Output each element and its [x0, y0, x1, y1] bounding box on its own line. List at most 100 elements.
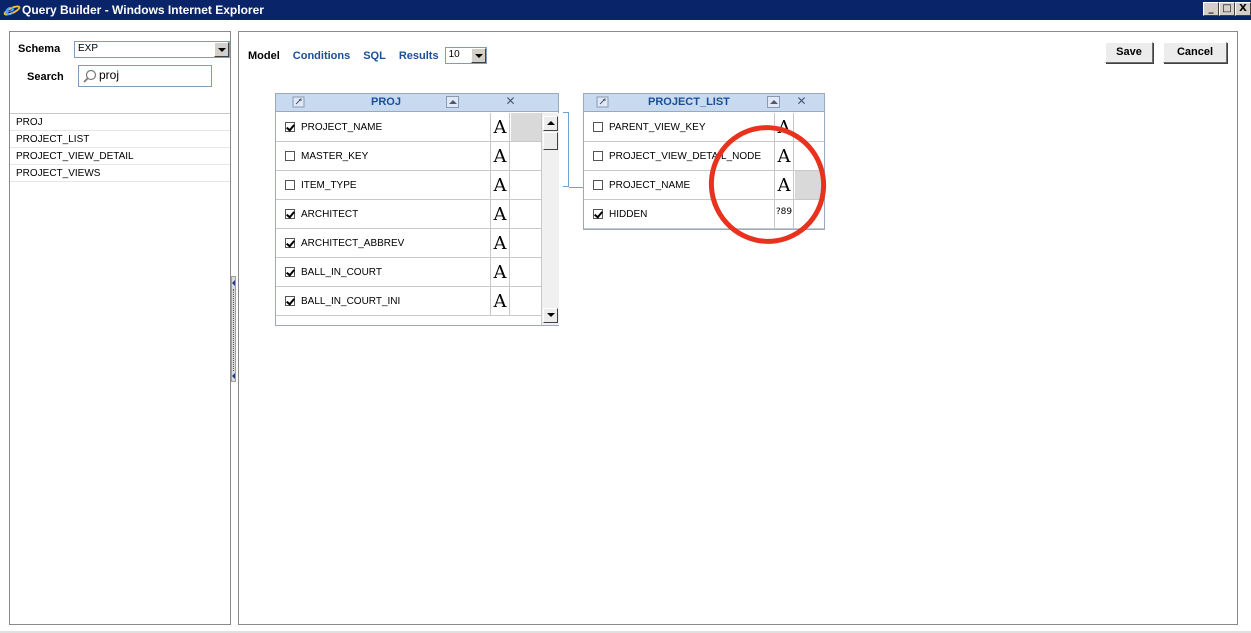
scroll-down-icon[interactable]: [543, 308, 558, 323]
column-name: ARCHITECT: [301, 209, 359, 220]
table-list-item[interactable]: PROJECT_VIEWS: [10, 165, 230, 182]
column-checkbox[interactable]: [593, 151, 603, 161]
column-extra-cell[interactable]: [511, 258, 541, 286]
chevron-down-icon[interactable]: [214, 42, 229, 57]
column-checkbox[interactable]: [285, 151, 295, 161]
search-icon: [83, 69, 97, 83]
column-checkbox[interactable]: [285, 180, 295, 190]
text-type-icon: A: [774, 142, 794, 170]
text-type-icon: A: [490, 113, 510, 141]
column-extra-cell[interactable]: [795, 142, 823, 170]
column-extra-cell[interactable]: [511, 229, 541, 257]
schema-label: Schema: [18, 43, 61, 55]
schema-value: EXP: [78, 43, 99, 54]
column-checkbox[interactable]: [285, 209, 295, 219]
tab-sql[interactable]: SQL: [363, 50, 386, 62]
project-list-table-title: PROJECT_LIST: [648, 96, 730, 108]
results-count-select[interactable]: 10: [444, 47, 487, 64]
schema-select[interactable]: EXP: [74, 41, 230, 58]
table-row[interactable]: ARCHITECT_ABBREV A: [276, 229, 541, 258]
column-name: PARENT_VIEW_KEY: [609, 122, 706, 133]
window-title: Query Builder - Windows Internet Explore…: [22, 3, 264, 17]
text-type-icon: A: [490, 200, 510, 228]
proj-table-title: PROJ: [371, 96, 401, 108]
tab-results[interactable]: Results: [399, 50, 439, 62]
column-extra-cell[interactable]: [511, 113, 541, 141]
text-type-icon: A: [490, 258, 510, 286]
proj-table[interactable]: PROJ ✕ PROJECT_NAME A MASTER_KEY A ITEM_TYPE…: [275, 93, 559, 326]
column-name: MASTER_KEY: [301, 151, 369, 162]
left-pane: Schema EXP Search proj PROJ PROJECT_LIST…: [9, 31, 231, 625]
column-extra-cell[interactable]: [511, 287, 541, 315]
proj-table-header[interactable]: PROJ ✕: [276, 94, 558, 112]
column-extra-cell[interactable]: [511, 171, 541, 199]
close-icon[interactable]: ✕: [504, 95, 517, 108]
table-list-item[interactable]: PROJECT_LIST: [10, 131, 230, 148]
column-checkbox[interactable]: [593, 180, 603, 190]
column-name: ARCHITECT_ABBREV: [301, 238, 405, 249]
splitter-grip: [233, 289, 234, 371]
table-row[interactable]: HIDDEN ?89: [584, 200, 824, 229]
table-list-item[interactable]: PROJECT_VIEW_DETAIL: [10, 148, 230, 165]
cancel-button[interactable]: Cancel: [1163, 42, 1227, 63]
table-list-item[interactable]: PROJ: [10, 114, 230, 131]
table-row[interactable]: PROJECT_NAME A: [276, 113, 541, 142]
maximize-button[interactable]: □: [1219, 2, 1235, 16]
close-button[interactable]: X: [1235, 2, 1251, 16]
sort-up-icon[interactable]: [446, 96, 459, 108]
project-list-table-header[interactable]: PROJECT_LIST ✕: [584, 94, 824, 112]
main-pane: Model Conditions SQL Results 10 Save Can…: [238, 31, 1238, 625]
tab-model[interactable]: Model: [248, 50, 280, 62]
proj-table-scrollbar[interactable]: [541, 113, 559, 325]
column-extra-cell[interactable]: [795, 171, 823, 199]
window-titlebar: e Query Builder - Windows Internet Explo…: [0, 0, 1251, 20]
search-input[interactable]: proj: [78, 65, 212, 87]
table-row[interactable]: BALL_IN_COURT_INI A: [276, 287, 541, 316]
table-options-icon[interactable]: [292, 96, 305, 108]
table-row[interactable]: ARCHITECT A: [276, 200, 541, 229]
chevron-down-icon[interactable]: [470, 48, 486, 63]
text-type-icon: A: [774, 171, 794, 199]
save-button[interactable]: Save: [1105, 42, 1153, 63]
search-label: Search: [27, 71, 64, 83]
table-row[interactable]: PROJECT_VIEW_DETAIL_NODE A: [584, 142, 824, 171]
column-checkbox[interactable]: [593, 122, 603, 132]
numeric-type-icon: ?89: [774, 200, 794, 228]
collapse-left-icon[interactable]: [232, 280, 235, 286]
close-icon[interactable]: ✕: [795, 95, 808, 108]
column-name: PROJECT_VIEW_DETAIL_NODE: [609, 151, 762, 162]
column-name: PROJECT_NAME: [609, 180, 691, 191]
tab-conditions[interactable]: Conditions: [293, 50, 350, 62]
table-row[interactable]: PROJECT_NAME A: [584, 171, 824, 200]
column-extra-cell[interactable]: [795, 200, 823, 228]
text-type-icon: A: [490, 287, 510, 315]
column-checkbox[interactable]: [285, 122, 295, 132]
table-row[interactable]: BALL_IN_COURT A: [276, 258, 541, 287]
column-extra-cell[interactable]: [511, 200, 541, 228]
column-checkbox[interactable]: [593, 209, 603, 219]
project-list-table[interactable]: PROJECT_LIST ✕ PARENT_VIEW_KEY A PROJECT_V…: [583, 93, 825, 230]
sort-up-icon[interactable]: [767, 96, 780, 108]
column-checkbox[interactable]: [285, 296, 295, 306]
column-checkbox[interactable]: [285, 238, 295, 248]
column-name: BALL_IN_COURT_INI: [301, 296, 401, 307]
scroll-thumb[interactable]: [543, 132, 558, 150]
table-options-icon[interactable]: [596, 96, 609, 108]
column-checkbox[interactable]: [285, 267, 295, 277]
join-connector: [563, 112, 569, 187]
pane-splitter[interactable]: [231, 276, 236, 382]
column-name: ITEM_TYPE: [301, 180, 357, 191]
table-row[interactable]: ITEM_TYPE A: [276, 171, 541, 200]
collapse-left-icon[interactable]: [232, 373, 235, 379]
column-extra-cell[interactable]: [511, 142, 541, 170]
column-name: PROJECT_NAME: [301, 122, 383, 133]
scroll-up-icon[interactable]: [543, 116, 558, 131]
text-type-icon: A: [774, 113, 794, 141]
table-row[interactable]: MASTER_KEY A: [276, 142, 541, 171]
text-type-icon: A: [490, 142, 510, 170]
column-name: BALL_IN_COURT: [301, 267, 382, 278]
table-row[interactable]: PARENT_VIEW_KEY A: [584, 113, 824, 142]
column-name: HIDDEN: [609, 209, 648, 220]
column-extra-cell[interactable]: [795, 113, 823, 141]
minimize-button[interactable]: _: [1203, 2, 1219, 16]
